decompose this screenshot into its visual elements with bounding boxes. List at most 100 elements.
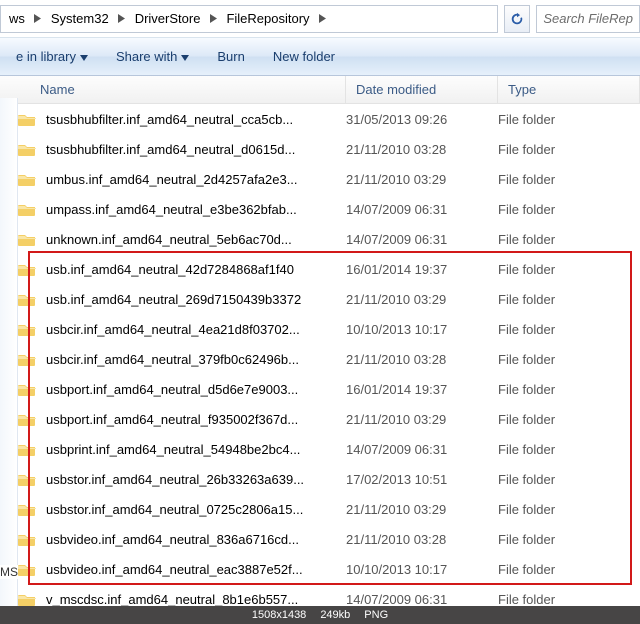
cell-name: usbport.inf_amd64_neutral_f935002f367d..… xyxy=(18,411,346,427)
folder-icon xyxy=(18,231,36,247)
table-row[interactable]: umbus.inf_amd64_neutral_2d4257afa2e3... 2… xyxy=(0,164,640,194)
search-input[interactable]: Search FileRep xyxy=(536,5,640,33)
chevron-right-icon[interactable] xyxy=(115,6,129,32)
file-name: usbvideo.inf_amd64_neutral_836a6716cd... xyxy=(46,532,299,547)
cell-date: 21/11/2010 03:28 xyxy=(346,352,498,367)
folder-icon xyxy=(18,381,36,397)
table-row[interactable]: usbport.inf_amd64_neutral_d5d6e7e9003...… xyxy=(0,374,640,404)
cell-name: unknown.inf_amd64_neutral_5eb6ac70d... xyxy=(18,231,346,247)
cell-type: File folder xyxy=(498,202,640,217)
table-row[interactable]: usbprint.inf_amd64_neutral_54948be2bc4..… xyxy=(0,434,640,464)
table-row[interactable]: umpass.inf_amd64_neutral_e3be362bfab... 1… xyxy=(0,194,640,224)
cell-type: File folder xyxy=(498,562,640,577)
folder-icon xyxy=(18,591,36,607)
table-row[interactable]: usb.inf_amd64_neutral_42d7284868af1f4016… xyxy=(0,254,640,284)
file-name: umbus.inf_amd64_neutral_2d4257afa2e3... xyxy=(46,172,298,187)
cell-name: umpass.inf_amd64_neutral_e3be362bfab... xyxy=(18,201,346,217)
cell-type: File folder xyxy=(498,292,640,307)
table-row[interactable]: usbvideo.inf_amd64_neutral_eac3887e52f..… xyxy=(0,554,640,584)
cell-name: usbvideo.inf_amd64_neutral_eac3887e52f..… xyxy=(18,561,346,577)
folder-icon xyxy=(18,171,36,187)
cell-date: 21/11/2010 03:29 xyxy=(346,412,498,427)
cell-date: 21/11/2010 03:29 xyxy=(346,172,498,187)
chevron-down-icon xyxy=(80,49,88,64)
breadcrumb-segment[interactable]: System32 xyxy=(45,6,115,32)
cell-type: File folder xyxy=(498,382,640,397)
cell-type: File folder xyxy=(498,352,640,367)
search-placeholder: Search FileRep xyxy=(543,11,633,26)
folder-icon xyxy=(18,111,36,127)
file-name: usbport.inf_amd64_neutral_f935002f367d..… xyxy=(46,412,298,427)
cell-name: usb.inf_amd64_neutral_269d7150439b3372 xyxy=(18,291,346,307)
share-with-button[interactable]: Share with xyxy=(106,45,199,68)
folder-icon xyxy=(18,441,36,457)
cell-type: File folder xyxy=(498,262,640,277)
table-row[interactable]: tsusbhubfilter.inf_amd64_neutral_cca5cb.… xyxy=(0,104,640,134)
column-header-date[interactable]: Date modified xyxy=(346,76,498,103)
file-name: umpass.inf_amd64_neutral_e3be362bfab... xyxy=(46,202,297,217)
footer-dims: 1508x1438 xyxy=(252,609,306,621)
cell-date: 14/07/2009 06:31 xyxy=(346,202,498,217)
table-row[interactable]: usbcir.inf_amd64_neutral_4ea21d8f03702..… xyxy=(0,314,640,344)
breadcrumb-segment[interactable]: FileRepository xyxy=(220,6,315,32)
cell-date: 14/07/2009 06:31 xyxy=(346,232,498,247)
cell-type: File folder xyxy=(498,502,640,517)
table-row[interactable]: usbport.inf_amd64_neutral_f935002f367d..… xyxy=(0,404,640,434)
cell-date: 16/01/2014 19:37 xyxy=(346,382,498,397)
breadcrumb-segment[interactable]: DriverStore xyxy=(129,6,207,32)
cell-name: usb.inf_amd64_neutral_42d7284868af1f40 xyxy=(18,261,346,277)
column-header-type[interactable]: Type xyxy=(498,76,640,103)
cell-type: File folder xyxy=(498,532,640,547)
cell-type: File folder xyxy=(498,442,640,457)
cell-name: usbprint.inf_amd64_neutral_54948be2bc4..… xyxy=(18,441,346,457)
breadcrumb-segment[interactable]: ws xyxy=(3,6,31,32)
column-header-name[interactable]: Name xyxy=(0,76,346,103)
chevron-right-icon[interactable] xyxy=(316,6,330,32)
file-name: usb.inf_amd64_neutral_42d7284868af1f40 xyxy=(46,262,294,277)
cell-name: umbus.inf_amd64_neutral_2d4257afa2e3... xyxy=(18,171,346,187)
table-row[interactable]: usbstor.inf_amd64_neutral_0725c2806a15..… xyxy=(0,494,640,524)
folder-icon xyxy=(18,261,36,277)
footer-size: 249kb xyxy=(320,609,350,621)
refresh-button[interactable] xyxy=(504,5,530,33)
include-in-library-button[interactable]: e in library xyxy=(6,45,98,68)
file-list: tsusbhubfilter.inf_amd64_neutral_cca5cb.… xyxy=(0,104,640,614)
cell-type: File folder xyxy=(498,142,640,157)
cell-date: 21/11/2010 03:28 xyxy=(346,142,498,157)
table-row[interactable]: usbvideo.inf_amd64_neutral_836a6716cd...… xyxy=(0,524,640,554)
table-row[interactable]: tsusbhubfilter.inf_amd64_neutral_d0615d.… xyxy=(0,134,640,164)
toolbar: e in library Share with Burn New folder xyxy=(0,38,640,76)
table-row[interactable]: usbstor.inf_amd64_neutral_26b33263a639..… xyxy=(0,464,640,494)
breadcrumb[interactable]: ws System32 DriverStore FileRepository xyxy=(0,5,498,33)
table-row[interactable]: usb.inf_amd64_neutral_269d7150439b337221… xyxy=(0,284,640,314)
cell-type: File folder xyxy=(498,472,640,487)
refresh-icon xyxy=(510,12,524,26)
cell-name: usbstor.inf_amd64_neutral_26b33263a639..… xyxy=(18,471,346,487)
folder-icon xyxy=(18,351,36,367)
cell-name: usbport.inf_amd64_neutral_d5d6e7e9003... xyxy=(18,381,346,397)
cell-name: tsusbhubfilter.inf_amd64_neutral_d0615d.… xyxy=(18,141,346,157)
cell-type: File folder xyxy=(498,112,640,127)
cell-date: 31/05/2013 09:26 xyxy=(346,112,498,127)
file-name: usbcir.inf_amd64_neutral_379fb0c62496b..… xyxy=(46,352,299,367)
cell-name: v_mscdsc.inf_amd64_neutral_8b1e6b557... xyxy=(18,591,346,607)
file-name: v_mscdsc.inf_amd64_neutral_8b1e6b557... xyxy=(46,592,298,607)
cell-type: File folder xyxy=(498,592,640,607)
column-headers: Name Date modified Type xyxy=(0,76,640,104)
table-row[interactable]: usbcir.inf_amd64_neutral_379fb0c62496b..… xyxy=(0,344,640,374)
cell-date: 21/11/2010 03:28 xyxy=(346,532,498,547)
new-folder-button[interactable]: New folder xyxy=(263,45,345,68)
cell-date: 10/10/2013 10:17 xyxy=(346,562,498,577)
chevron-right-icon[interactable] xyxy=(206,6,220,32)
folder-icon xyxy=(18,531,36,547)
image-footer: 1508x1438 249kb PNG xyxy=(0,606,640,624)
cell-date: 10/10/2013 10:17 xyxy=(346,322,498,337)
chevron-right-icon[interactable] xyxy=(31,6,45,32)
table-row[interactable]: unknown.inf_amd64_neutral_5eb6ac70d...14… xyxy=(0,224,640,254)
file-name: usbprint.inf_amd64_neutral_54948be2bc4..… xyxy=(46,442,300,457)
file-name: usbstor.inf_amd64_neutral_26b33263a639..… xyxy=(46,472,304,487)
file-name: tsusbhubfilter.inf_amd64_neutral_d0615d.… xyxy=(46,142,295,157)
file-name: usbvideo.inf_amd64_neutral_eac3887e52f..… xyxy=(46,562,303,577)
cell-type: File folder xyxy=(498,232,640,247)
burn-button[interactable]: Burn xyxy=(207,45,254,68)
